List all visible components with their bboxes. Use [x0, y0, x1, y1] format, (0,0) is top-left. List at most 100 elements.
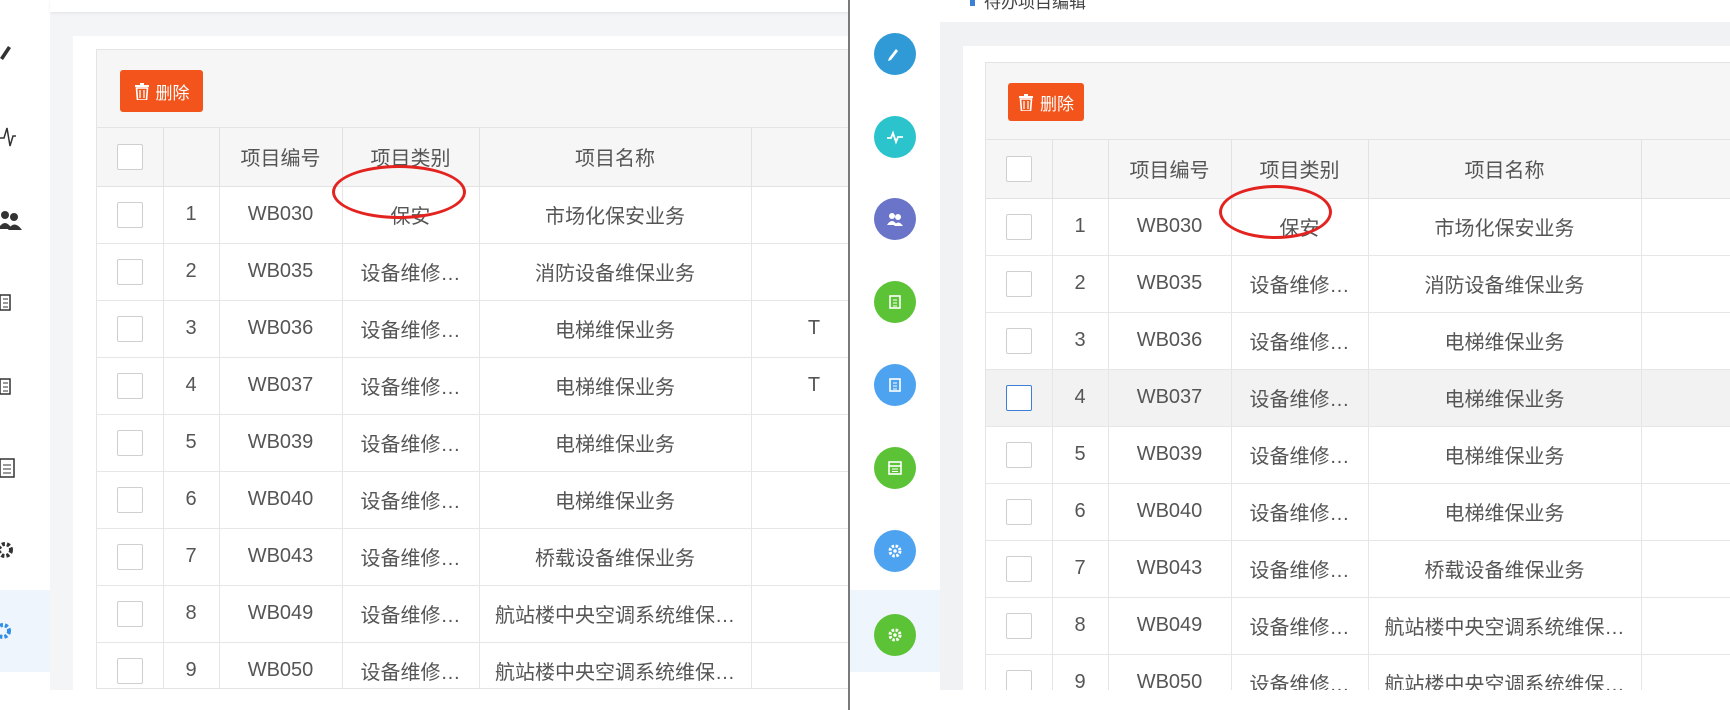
row-checkbox[interactable]: [116, 600, 143, 627]
row-select-cell: [986, 255, 1053, 313]
table-row[interactable]: 8 WB049 设备维修… 航站楼中央空调系统维保…: [986, 597, 1730, 655]
table-header-row: 项目编号 项目类别 项目名称: [986, 140, 1730, 199]
column-header-extra: [1641, 140, 1730, 199]
project-code-cell: WB030: [1108, 198, 1232, 256]
row-index: 5: [163, 414, 220, 472]
sidebar-item-edit[interactable]: [0, 22, 50, 82]
project-code-cell: WB035: [219, 243, 343, 301]
table-row[interactable]: 3 WB036 设备维修… 电梯维保业务 T: [97, 300, 850, 358]
project-name-cell: 电梯维保业务: [479, 300, 752, 358]
row-checkbox[interactable]: [116, 201, 143, 228]
table-row[interactable]: 7 WB043 设备维修… 桥载设备维保业务: [986, 540, 1730, 598]
gear-icon[interactable]: [874, 530, 916, 572]
column-header-category[interactable]: 项目类别: [1231, 140, 1369, 199]
row-checkbox[interactable]: [116, 657, 143, 684]
building-icon: [0, 294, 11, 311]
select-all-checkbox[interactable]: [116, 143, 143, 170]
sidebar-item-building-2[interactable]: [0, 356, 50, 416]
row-checkbox[interactable]: [1005, 213, 1032, 240]
row-select-cell: [97, 300, 164, 358]
row-checkbox[interactable]: [1005, 384, 1032, 411]
left-toolbar: 删除: [97, 50, 850, 128]
table-row[interactable]: 8 WB049 设备维修… 航站楼中央空调系统维保…: [97, 585, 850, 643]
project-code-cell: WB035: [1108, 255, 1232, 313]
project-code-cell: WB049: [1108, 597, 1232, 655]
row-checkbox[interactable]: [116, 429, 143, 456]
extra-cell: [1641, 255, 1730, 313]
gear-icon[interactable]: [874, 614, 916, 656]
column-header-name[interactable]: 项目名称: [479, 128, 752, 187]
row-index: 2: [163, 243, 220, 301]
column-header-code[interactable]: 项目编号: [1108, 140, 1232, 199]
extra-cell: [1641, 483, 1730, 541]
edit-icon[interactable]: [874, 33, 916, 75]
row-index: 7: [1052, 540, 1109, 598]
row-checkbox[interactable]: [116, 486, 143, 513]
table-row[interactable]: 5 WB039 设备维修… 电梯维保业务: [97, 414, 850, 472]
column-header-name[interactable]: 项目名称: [1368, 140, 1642, 199]
row-select-cell: [986, 483, 1053, 541]
row-index: 3: [163, 300, 220, 358]
row-checkbox[interactable]: [116, 258, 143, 285]
table-row[interactable]: 4 WB037 设备维修… 电梯维保业务 T: [97, 357, 850, 415]
sidebar-item-settings[interactable]: [0, 520, 50, 580]
table-row[interactable]: 5 WB039 设备维修… 电梯维保业务: [986, 426, 1730, 484]
delete-button[interactable]: 删除: [1008, 83, 1084, 121]
row-checkbox[interactable]: [1005, 270, 1032, 297]
index-header: [163, 128, 220, 187]
row-checkbox[interactable]: [1005, 327, 1032, 354]
project-code-cell: WB049: [219, 585, 343, 643]
project-category-cell: 设备维修…: [342, 243, 480, 301]
row-index: 8: [1052, 597, 1109, 655]
sidebar-item-users[interactable]: [0, 190, 50, 250]
gear-icon: [0, 623, 11, 639]
building-icon[interactable]: [874, 364, 916, 406]
table-row[interactable]: 7 WB043 设备维修… 桥载设备维保业务: [97, 528, 850, 586]
table-row[interactable]: 9 WB050 设备维修… 航站楼中央空调系统维保…: [97, 642, 850, 688]
column-header-category[interactable]: 项目类别: [342, 128, 480, 187]
sidebar-item-pulse[interactable]: [0, 106, 50, 166]
row-select-cell: [97, 528, 164, 586]
row-checkbox[interactable]: [1005, 555, 1032, 582]
title-accent-bar: [970, 0, 975, 6]
sidebar-item-settings-active[interactable]: [0, 590, 50, 672]
pulse-icon[interactable]: [874, 116, 916, 158]
row-index: 5: [1052, 426, 1109, 484]
users-icon[interactable]: [874, 198, 916, 240]
project-name-cell: 消防设备维保业务: [479, 243, 752, 301]
table-row[interactable]: 6 WB040 设备维修… 电梯维保业务: [97, 471, 850, 529]
table-row[interactable]: 4 WB037 设备维修… 电梯维保业务: [986, 369, 1730, 427]
right-header: 待办项目编辑: [940, 0, 1730, 22]
project-category-cell: 设备维修…: [1231, 255, 1369, 313]
row-checkbox[interactable]: [1005, 441, 1032, 468]
row-select-cell: [97, 585, 164, 643]
building-icon[interactable]: [874, 281, 916, 323]
row-checkbox[interactable]: [1005, 498, 1032, 525]
index-header: [1052, 140, 1109, 199]
select-all-checkbox[interactable]: [1005, 155, 1032, 182]
column-header-code[interactable]: 项目编号: [219, 128, 343, 187]
table-row[interactable]: 1 WB030 保安 市场化保安业务: [97, 186, 850, 244]
project-category-cell: 设备维修…: [1231, 483, 1369, 541]
row-checkbox[interactable]: [1005, 612, 1032, 639]
extra-cell: [751, 186, 850, 244]
row-index: 7: [163, 528, 220, 586]
delete-button[interactable]: 删除: [120, 70, 203, 112]
calendar-icon: [0, 458, 15, 478]
row-checkbox[interactable]: [116, 372, 143, 399]
row-checkbox[interactable]: [116, 543, 143, 570]
row-select-cell: [986, 426, 1053, 484]
table-row[interactable]: 6 WB040 设备维修… 电梯维保业务: [986, 483, 1730, 541]
table-row[interactable]: 1 WB030 保安 市场化保安业务: [986, 198, 1730, 256]
project-name-cell: 市场化保安业务: [479, 186, 752, 244]
row-index: 4: [163, 357, 220, 415]
sidebar-item-building-1[interactable]: [0, 272, 50, 332]
table-row[interactable]: 2 WB035 设备维修… 消防设备维保业务: [986, 255, 1730, 313]
right-toolbar: 删除: [986, 63, 1730, 140]
table-row[interactable]: 3 WB036 设备维修… 电梯维保业务: [986, 312, 1730, 370]
calendar-icon[interactable]: [874, 447, 916, 489]
extra-cell: [1641, 597, 1730, 655]
table-row[interactable]: 2 WB035 设备维修… 消防设备维保业务: [97, 243, 850, 301]
sidebar-item-calendar[interactable]: [0, 438, 50, 498]
row-checkbox[interactable]: [116, 315, 143, 342]
